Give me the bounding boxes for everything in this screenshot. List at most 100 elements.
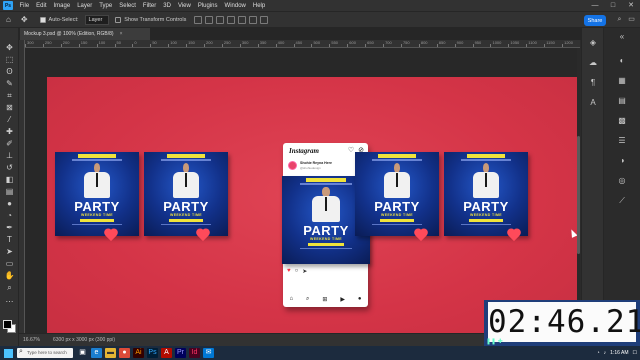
minimize-button[interactable]: — (586, 0, 604, 11)
close-window-button[interactable]: ✕ (622, 0, 640, 11)
party-poster-4[interactable]: PARTY WEEKEND TIME (355, 152, 439, 236)
more-options-icon[interactable] (260, 15, 269, 24)
pen-tool-icon[interactable]: ✒ (4, 222, 15, 233)
network-icon[interactable]: ◔ (597, 350, 600, 356)
zoom-tool-icon[interactable]: ⌕ (4, 282, 15, 293)
rectangle-tool-icon[interactable]: ▭ (4, 258, 15, 269)
eyedropper-tool-icon[interactable]: ⁄ (4, 114, 15, 125)
menu-image[interactable]: Image (50, 3, 74, 9)
menu-window[interactable]: Window (221, 3, 249, 9)
party-poster-5[interactable]: PARTY WEEKEND TIME (444, 152, 528, 236)
menu-file[interactable]: File (16, 3, 33, 9)
pause-icon[interactable]: ❚❚ (486, 339, 496, 345)
profile-icon[interactable]: ● (358, 296, 362, 303)
gradient-tool-icon[interactable]: ▤ (4, 186, 15, 197)
type-tool-icon[interactable]: T (4, 234, 15, 245)
menu-type[interactable]: Type (96, 3, 116, 9)
foreground-color-swatch[interactable] (3, 320, 12, 329)
brush-tool-icon[interactable]: ✐ (4, 138, 15, 149)
menu-filter[interactable]: Filter (139, 3, 159, 9)
notification-icon[interactable]: ☐ (633, 350, 637, 356)
illustrator-icon[interactable]: Ai (133, 348, 144, 358)
more-tools-icon[interactable]: ⋯ (4, 296, 15, 307)
path-select-tool-icon[interactable]: ➤ (4, 246, 15, 257)
document-canvas[interactable]: PARTY WEEKEND TIME PARTY WEEKEND TIME In… (47, 77, 580, 333)
comment-icon[interactable]: ○ (295, 268, 299, 275)
swatches-icon[interactable]: ▦ (617, 76, 627, 86)
menu-help[interactable]: Help (249, 3, 268, 9)
auto-select-checkbox[interactable]: Auto-Select: (39, 16, 79, 23)
close-tab-icon[interactable]: × (120, 31, 123, 37)
menu-view[interactable]: View (174, 3, 194, 9)
home-icon[interactable]: ⌂ (289, 296, 293, 303)
marquee-tool-icon[interactable]: ⬚ (4, 54, 15, 65)
crop-tool-icon[interactable]: ⌗ (4, 90, 15, 101)
scrollbar-thumb[interactable] (577, 136, 580, 254)
adjustments-icon[interactable]: ◑ (617, 156, 627, 166)
patterns-icon[interactable]: ▩ (617, 116, 627, 126)
document-tab[interactable]: Mockup 3.psd @ 100% (Edition, RGB/8) × (20, 28, 150, 40)
reels-icon[interactable]: ▶ (340, 296, 345, 303)
channels-icon[interactable]: ◎ (617, 176, 627, 186)
menu-3d[interactable]: 3D (160, 3, 175, 9)
volume-icon[interactable]: ♪ (604, 350, 607, 356)
gradients-icon[interactable]: ▤ (617, 96, 627, 106)
move-icon[interactable]: ✥ (21, 15, 28, 24)
clock[interactable]: 1:16 AM (610, 350, 628, 356)
frame-tool-icon[interactable]: ⊠ (4, 102, 15, 113)
align-right-icon[interactable] (216, 15, 225, 24)
premiere-icon[interactable]: Pr (175, 348, 186, 358)
blur-tool-icon[interactable]: ● (4, 198, 15, 209)
character-icon[interactable]: A (588, 98, 598, 108)
menu-edit[interactable]: Edit (33, 3, 50, 9)
transform-controls-checkbox[interactable]: Show Transform Controls (115, 16, 186, 23)
heart-outline-icon[interactable]: ♡ (348, 146, 354, 154)
party-poster-2[interactable]: PARTY WEEKEND TIME (144, 152, 228, 236)
add-icon[interactable]: ✚ (498, 339, 503, 345)
healing-brush-icon[interactable]: ✚ (4, 126, 15, 137)
taskbar-search[interactable]: Type here to search (17, 347, 73, 358)
like-icon[interactable]: ♥ (287, 268, 291, 275)
color-icon[interactable]: ◐ (617, 56, 627, 66)
layer-select[interactable]: Layer (84, 14, 110, 25)
lasso-tool-icon[interactable]: ʘ (4, 66, 15, 77)
search-icon[interactable]: ⌕ (306, 296, 309, 303)
menu-select[interactable]: Select (116, 3, 140, 9)
add-post-icon[interactable]: ⊞ (322, 296, 327, 303)
align-middle-icon[interactable] (238, 15, 247, 24)
quick-select-tool-icon[interactable]: ✎ (4, 78, 15, 89)
libraries-icon[interactable]: ☁ (588, 58, 598, 68)
file-explorer-icon[interactable]: ▬ (105, 348, 116, 358)
photoshop-taskbar-icon[interactable]: Ps (147, 348, 158, 358)
chevron-double-icon[interactable]: « (617, 32, 627, 42)
move-tool-icon[interactable]: ✥ (4, 42, 15, 53)
align-left-icon[interactable] (194, 15, 203, 24)
mail-icon[interactable]: ✉ (203, 348, 214, 358)
zoom-level[interactable]: 16.67% (23, 337, 40, 343)
align-top-icon[interactable] (227, 15, 236, 24)
paths-icon[interactable]: ⟋ (617, 196, 627, 206)
hand-tool-icon[interactable]: ✋ (4, 270, 15, 281)
maximize-button[interactable]: □ (604, 0, 622, 11)
dodge-tool-icon[interactable]: ◔ (4, 210, 15, 221)
align-bottom-icon[interactable] (249, 15, 258, 24)
workspace-icon[interactable]: ▭ (627, 15, 636, 24)
chrome-icon[interactable]: ● (119, 348, 130, 358)
eraser-tool-icon[interactable]: ◧ (4, 174, 15, 185)
menu-plugins[interactable]: Plugins (194, 3, 221, 9)
share-button[interactable]: Share (584, 15, 606, 26)
windows-start-icon[interactable] (4, 348, 13, 358)
search-icon[interactable]: ⌕ (615, 15, 624, 24)
share-icon[interactable]: ➤ (302, 268, 307, 275)
canvas-area[interactable]: PARTY WEEKEND TIME PARTY WEEKEND TIME In… (25, 48, 580, 333)
task-view-icon[interactable]: ▣ (77, 348, 88, 358)
avatar[interactable] (288, 161, 297, 170)
indesign-icon[interactable]: Id (189, 348, 200, 358)
properties-icon[interactable]: ☰ (617, 136, 627, 146)
party-poster-1[interactable]: PARTY WEEKEND TIME (55, 152, 139, 236)
layers-icon[interactable]: ◈ (588, 38, 598, 48)
paragraph-icon[interactable]: ¶ (588, 78, 598, 88)
history-brush-icon[interactable]: ↺ (4, 162, 15, 173)
align-center-icon[interactable] (205, 15, 214, 24)
edge-icon[interactable]: e (91, 348, 102, 358)
